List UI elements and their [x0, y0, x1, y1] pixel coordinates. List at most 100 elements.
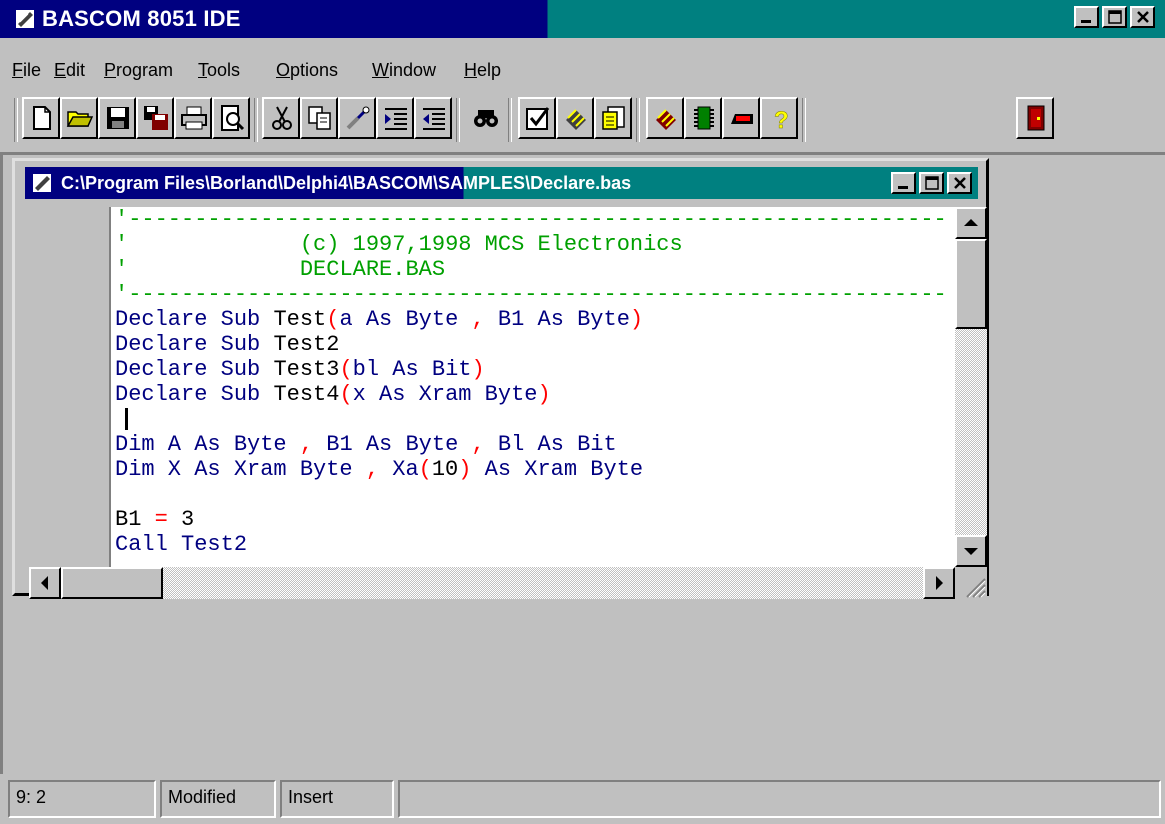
vertical-scroll-thumb[interactable]	[955, 239, 987, 329]
syntax-check-icon	[526, 107, 550, 130]
paste-button[interactable]	[338, 97, 376, 139]
minimize-icon	[898, 186, 908, 189]
code-line: Dim X As Xram Byte , Xa(10) As Xram Byte	[115, 457, 644, 482]
resize-grip-icon	[966, 578, 986, 598]
new-file-icon	[33, 106, 51, 130]
code-editor[interactable]: '---------------------------------------…	[29, 207, 987, 599]
help-button[interactable]: ?	[760, 97, 798, 139]
code-line: Declare Sub Test(a As Byte , B1 As Byte)	[115, 307, 644, 332]
terminal-icon	[731, 114, 753, 124]
scroll-right-button[interactable]	[923, 567, 955, 599]
code-line: Dim A As Byte , B1 As Byte , Bl As Bit	[115, 432, 617, 457]
print-preview-button[interactable]	[212, 97, 250, 139]
vertical-scrollbar[interactable]	[955, 207, 987, 567]
save-icon	[107, 107, 129, 129]
menu-file[interactable]: File	[12, 60, 41, 81]
scroll-left-button[interactable]	[29, 567, 61, 599]
toolbar-separator	[14, 98, 18, 142]
app-title: BASCOM 8051 IDE	[42, 6, 241, 31]
cut-icon	[272, 106, 292, 130]
maximize-button[interactable]	[1102, 6, 1127, 28]
compile-button[interactable]	[556, 97, 594, 139]
maximize-icon	[1108, 10, 1122, 24]
doc-maximize-button[interactable]	[919, 172, 944, 194]
arrow-down-icon	[964, 548, 978, 555]
status-message	[398, 780, 1161, 818]
simulate-icon	[656, 109, 676, 130]
save-button[interactable]	[98, 97, 136, 139]
menu-edit[interactable]: Edit	[54, 60, 85, 81]
copy-button[interactable]	[300, 97, 338, 139]
scroll-down-button[interactable]	[955, 535, 987, 567]
menu-options[interactable]: Options	[276, 60, 338, 81]
scroll-up-button[interactable]	[955, 207, 987, 239]
close-button[interactable]	[1130, 6, 1155, 28]
document-title: C:\Program Files\Borland\Delphi4\BASCOM\…	[61, 173, 632, 193]
unindent-icon	[423, 108, 445, 130]
text-caret	[125, 408, 128, 430]
toolbar-separator	[636, 98, 640, 142]
code-area[interactable]: '---------------------------------------…	[111, 207, 955, 567]
program-chip-button[interactable]	[684, 97, 722, 139]
code-line: '---------------------------------------…	[115, 282, 947, 307]
menu-program[interactable]: Program	[104, 60, 173, 81]
bascom-app-icon[interactable]	[14, 8, 36, 30]
print-button[interactable]	[174, 97, 212, 139]
status-modified: Modified	[160, 780, 276, 818]
code-line: Declare Sub Test4(x As Xram Byte)	[115, 382, 551, 407]
doc-close-button[interactable]	[947, 172, 972, 194]
syntax-check-button[interactable]	[518, 97, 556, 139]
open-folder-icon	[66, 111, 94, 127]
compile-icon	[566, 109, 586, 130]
window-controls	[1074, 6, 1155, 28]
horizontal-scrollbar[interactable]	[29, 567, 955, 599]
svg-text:?: ?	[774, 107, 789, 132]
terminal-button[interactable]	[722, 97, 760, 139]
indent-button[interactable]	[376, 97, 414, 139]
arrow-up-icon	[964, 219, 978, 226]
resize-grip[interactable]	[955, 567, 987, 599]
app-title-bar[interactable]: BASCOM 8051 IDE	[0, 0, 1165, 38]
code-line: ' (c) 1997,1998 MCS Electronics	[115, 232, 683, 257]
document-window-controls	[891, 172, 972, 194]
unindent-button[interactable]	[414, 97, 452, 139]
find-button[interactable]	[466, 97, 504, 139]
help-icon: ?	[774, 107, 789, 132]
code-line: '---------------------------------------…	[115, 207, 947, 232]
code-line: Declare Sub Test2	[115, 332, 340, 357]
status-bar: 9: 2 Modified Insert	[0, 776, 1165, 824]
print-icon	[181, 106, 207, 130]
minimize-button[interactable]	[1074, 6, 1099, 28]
exit-icon	[1027, 105, 1045, 131]
new-file-button[interactable]	[22, 97, 60, 139]
show-result-button[interactable]	[594, 97, 632, 139]
exit-button[interactable]	[1016, 97, 1054, 139]
find-icon	[474, 110, 498, 127]
print-preview-icon	[221, 105, 245, 131]
document-title-bar[interactable]: C:\Program Files\Borland\Delphi4\BASCOM\…	[25, 167, 978, 199]
close-icon	[1137, 11, 1149, 23]
minimize-icon	[1081, 20, 1091, 23]
toolbar-separator	[508, 98, 512, 142]
toolbar-separator	[456, 98, 460, 142]
code-line: Declare Sub Test3(bl As Bit)	[115, 357, 485, 382]
code-line: B1 = 3	[115, 507, 195, 532]
arrow-left-icon	[41, 576, 48, 590]
menu-help[interactable]: Help	[464, 60, 501, 81]
cut-button[interactable]	[262, 97, 300, 139]
show-result-icon	[602, 106, 625, 130]
menu-window[interactable]: Window	[372, 60, 436, 81]
save-as-icon	[144, 106, 168, 130]
status-cursor-position: 9: 2	[8, 780, 156, 818]
open-file-button[interactable]	[60, 97, 98, 139]
menu-tools[interactable]: Tools	[198, 60, 240, 81]
editor-gutter	[29, 207, 111, 567]
menu-bar: File Edit Program Tools Options Window H…	[0, 60, 1165, 90]
simulate-button[interactable]	[646, 97, 684, 139]
doc-minimize-button[interactable]	[891, 172, 916, 194]
copy-icon	[308, 106, 331, 130]
horizontal-scroll-thumb[interactable]	[61, 567, 163, 599]
document-icon[interactable]	[31, 172, 53, 194]
save-as-button[interactable]	[136, 97, 174, 139]
document-window[interactable]: C:\Program Files\Borland\Delphi4\BASCOM\…	[12, 158, 989, 599]
